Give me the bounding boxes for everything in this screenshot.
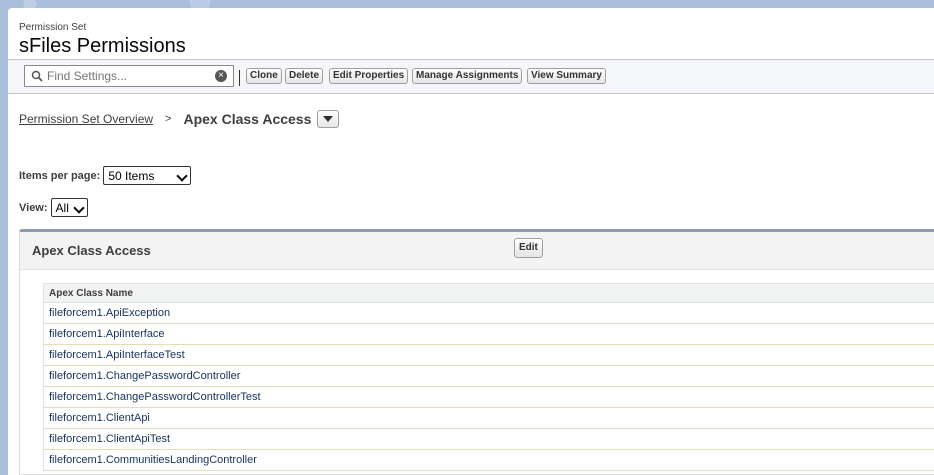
view-row: View: All xyxy=(19,198,88,217)
section-body: Apex Class Name fileforcem1.ApiException… xyxy=(20,269,934,474)
apex-class-table: Apex Class Name fileforcem1.ApiException… xyxy=(43,283,934,471)
items-per-page-row: Items per page: 50 Items xyxy=(19,166,192,185)
table-row: fileforcem1.ClientApi xyxy=(43,407,934,429)
page-header: Permission Set sFiles Permissions xyxy=(19,22,186,57)
chevron-down-icon xyxy=(323,116,334,122)
table-header-row: Apex Class Name xyxy=(43,283,934,303)
apex-class-name-cell: fileforcem1.ClientApiTest xyxy=(43,428,934,450)
section-title: Apex Class Access xyxy=(32,243,151,258)
chevron-down-icon xyxy=(176,170,188,182)
apex-class-access-section: Apex Class Access Edit Apex Class Name f… xyxy=(19,229,934,475)
breadcrumb-separator: > xyxy=(165,113,172,125)
apex-class-name-cell: fileforcem1.ChangePasswordControllerTest xyxy=(43,386,934,408)
view-summary-button[interactable]: View Summary xyxy=(527,68,606,84)
toolbar-divider xyxy=(239,70,240,86)
table-row: fileforcem1.ChangePasswordControllerTest xyxy=(43,386,934,408)
chevron-down-icon xyxy=(72,202,85,214)
table-row: fileforcem1.ApiInterfaceTest xyxy=(43,344,934,366)
delete-button[interactable]: Delete xyxy=(285,68,324,84)
search-box[interactable]: × xyxy=(24,65,234,87)
table-row: fileforcem1.ApiInterface xyxy=(43,323,934,345)
edit-button[interactable]: Edit xyxy=(514,238,543,258)
apex-class-name-cell: fileforcem1.ApiInterface xyxy=(43,323,934,345)
view-label: View: xyxy=(19,201,48,214)
apex-class-name-cell: fileforcem1.CommunitiesLandingController xyxy=(43,449,934,471)
page-title: sFiles Permissions xyxy=(19,35,186,57)
items-per-page-label: Items per page: xyxy=(19,169,101,182)
apex-class-name-cell: fileforcem1.ApiException xyxy=(43,302,934,324)
page-subtitle: Permission Set xyxy=(19,22,87,33)
search-input[interactable] xyxy=(47,69,207,83)
edit-properties-button[interactable]: Edit Properties xyxy=(329,68,409,84)
table-row: fileforcem1.ApiException xyxy=(43,302,934,324)
view-value: All xyxy=(55,200,69,215)
apex-class-name-cell: fileforcem1.ChangePasswordController xyxy=(43,365,934,387)
table-row: fileforcem1.ClientApiTest xyxy=(43,428,934,450)
breadcrumb-current: Apex Class Access xyxy=(183,111,312,127)
table-row: fileforcem1.ChangePasswordController xyxy=(43,365,934,387)
search-icon xyxy=(31,70,43,82)
apex-class-name-cell: fileforcem1.ApiInterfaceTest xyxy=(43,344,934,366)
apex-class-name-cell: fileforcem1.ClientApi xyxy=(43,407,934,429)
items-per-page-value: 50 Items xyxy=(108,168,155,183)
table-row: fileforcem1.CommunitiesLandingController xyxy=(43,449,934,471)
clone-button[interactable]: Clone xyxy=(246,68,282,84)
items-per-page-select[interactable]: 50 Items xyxy=(103,166,192,185)
clear-icon[interactable]: × xyxy=(215,70,227,82)
toolbar: × Clone Delete Edit Properties Manage As… xyxy=(8,59,934,94)
breadcrumb-link-overview[interactable]: Permission Set Overview xyxy=(19,112,153,126)
manage-assignments-button[interactable]: Manage Assignments xyxy=(412,68,523,84)
column-header-apex-class-name: Apex Class Name xyxy=(43,283,934,303)
main-panel: Permission Set sFiles Permissions × Clon… xyxy=(8,8,934,475)
view-select[interactable]: All xyxy=(50,198,88,217)
breadcrumb: Permission Set Overview > Apex Class Acc… xyxy=(19,108,340,130)
breadcrumb-dropdown-button[interactable] xyxy=(317,110,340,128)
